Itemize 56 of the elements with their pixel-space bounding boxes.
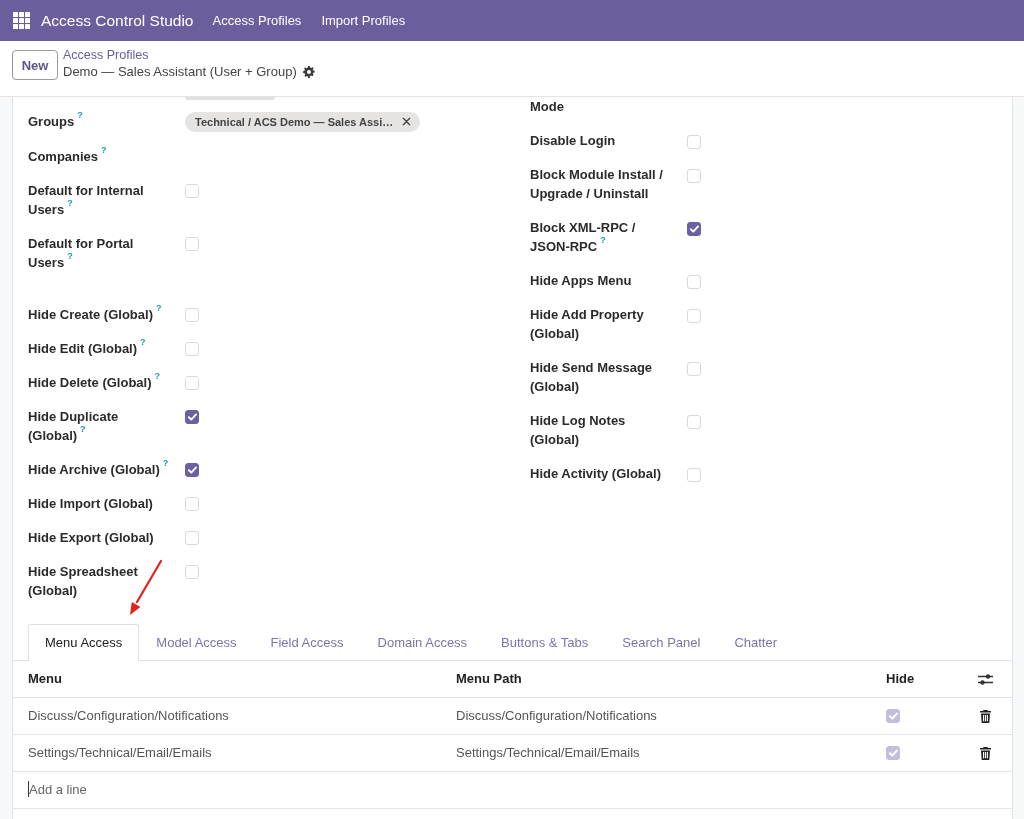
field-label: Hide Apps Menu: [530, 272, 632, 290]
field-label: Companies $^{?}$: [28, 146, 108, 166]
field-label: Hide Archive (Global) $^{?}$: [28, 459, 169, 479]
gear-icon[interactable]: [302, 66, 315, 78]
check-icon: [187, 466, 197, 475]
check-icon: [187, 413, 197, 422]
tab[interactable]: Field Access: [253, 624, 361, 661]
nav-menu-item[interactable]: Access Profiles: [202, 13, 312, 28]
trash-icon[interactable]: [980, 709, 991, 723]
table-cell: Discuss/Configuration/Notifications: [441, 697, 871, 735]
field-label: Mode: [530, 98, 564, 116]
field-label: Hide Duplicate (Global) $^{?}$: [28, 407, 120, 445]
column-header: Menu: [13, 661, 441, 698]
tab[interactable]: Domain Access: [360, 624, 485, 661]
breadcrumb-link[interactable]: Access Profiles: [63, 47, 149, 63]
field-label: Hide Delete (Global) $^{?}$: [28, 372, 161, 392]
field-label: Hide Send Message (Global): [530, 359, 653, 396]
field-label: Hide Export (Global): [28, 528, 154, 547]
field-label: Hide Activity (Global): [530, 465, 661, 483]
checkbox[interactable]: [185, 410, 199, 425]
tab[interactable]: Search Panel: [605, 624, 718, 661]
tab[interactable]: Buttons & Tabs: [484, 624, 606, 661]
tab[interactable]: Model Access: [139, 624, 254, 661]
field-label: Default for Internal Users $^{?}$: [28, 181, 145, 219]
field-label: Hide Import (Global): [28, 494, 153, 513]
tag-chip[interactable]: Technical / ACS Demo — Sales Assi…: [185, 111, 421, 132]
trash-icon[interactable]: [980, 746, 991, 760]
tab[interactable]: Menu Access: [28, 624, 140, 661]
field-label: Hide Spreadsheet (Global): [28, 562, 139, 600]
close-icon[interactable]: [402, 117, 412, 126]
checkbox[interactable]: [185, 463, 199, 478]
table-cell: Settings/Technical/Email/Emails: [441, 734, 871, 772]
checkbox[interactable]: [687, 221, 701, 236]
new-button[interactable]: New: [12, 50, 58, 80]
record-title: Demo — Sales Assistant (User + Group): [63, 63, 297, 81]
add-line-link[interactable]: Add a line: [29, 782, 87, 797]
column-header: Menu Path: [441, 661, 871, 698]
field-label: Hide Add Property (Global): [530, 306, 645, 343]
nav-menu-item[interactable]: Import Profiles: [311, 13, 416, 28]
tab[interactable]: Chatter: [717, 624, 795, 661]
field-label: Hide Create (Global) $^{?}$: [28, 304, 162, 324]
table-cell: Discuss/Configuration/Notifications: [13, 697, 441, 735]
field-label: Block Module Install / Upgrade / Uninstall: [530, 166, 664, 203]
field-label: Groups $^{?}$: [28, 111, 84, 131]
text-cursor: [28, 781, 29, 797]
field-label: Hide Edit (Global) $^{?}$: [28, 338, 147, 358]
field-label: Block XML-RPC / JSON-RPC $^{?}$: [530, 219, 637, 256]
field-label: Hide Log Notes (Global): [530, 412, 626, 449]
field-label: Default for Portal Users $^{?}$: [28, 234, 135, 272]
table-cell: Settings/Technical/Email/Emails: [13, 734, 441, 772]
column-header: Hide: [871, 661, 971, 698]
field-label: Disable Login: [530, 132, 616, 150]
app-title[interactable]: Access Control Studio: [41, 11, 194, 30]
sliders-icon[interactable]: [978, 672, 993, 686]
check-icon: [689, 224, 699, 233]
grid-icon[interactable]: [13, 12, 30, 29]
